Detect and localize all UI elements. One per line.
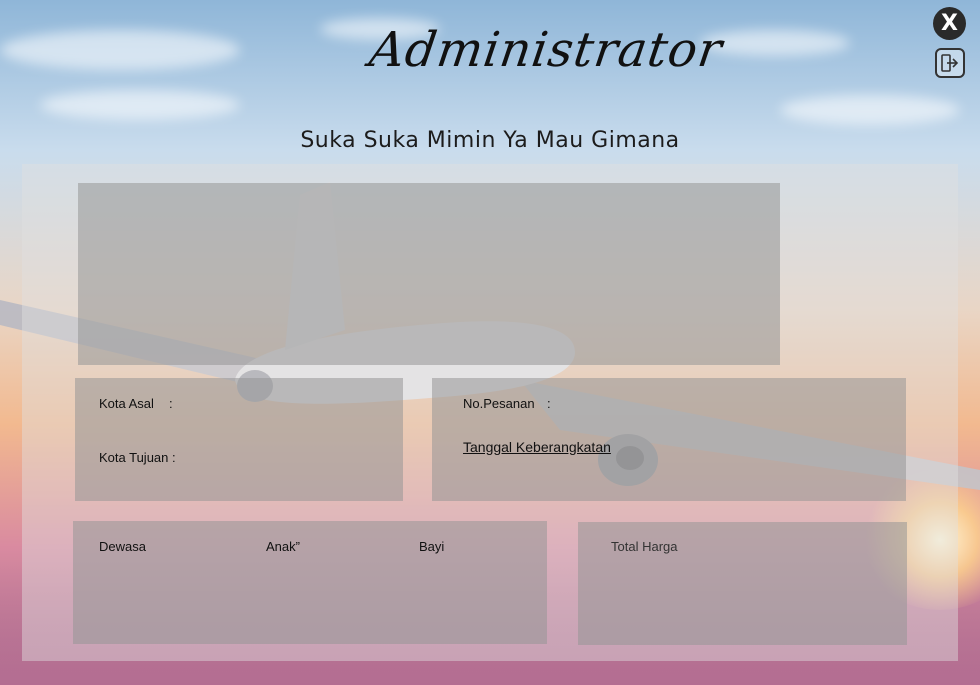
destination-label: Kota Tujuan : bbox=[99, 450, 176, 465]
logout-icon bbox=[941, 54, 959, 72]
origin-separator: : bbox=[169, 396, 173, 411]
departure-date-link[interactable]: Tanggal Keberangkatan bbox=[463, 439, 611, 455]
total-price-label: Total Harga bbox=[611, 539, 678, 554]
booking-list-area bbox=[78, 183, 780, 365]
close-icon: X bbox=[941, 11, 958, 36]
page-subtitle: Suka Suka Mimin Ya Mau Gimana bbox=[300, 128, 680, 153]
page-title: Administrator bbox=[366, 22, 727, 78]
infant-label: Bayi bbox=[419, 539, 445, 554]
child-label: Anak” bbox=[266, 539, 300, 554]
order-number-separator: : bbox=[547, 396, 551, 411]
origin-label: Kota Asal bbox=[99, 396, 154, 411]
logout-button[interactable] bbox=[935, 48, 965, 78]
close-button[interactable]: X bbox=[933, 7, 966, 40]
order-number-label: No.Pesanan bbox=[463, 396, 535, 411]
adult-label: Dewasa bbox=[99, 539, 146, 554]
